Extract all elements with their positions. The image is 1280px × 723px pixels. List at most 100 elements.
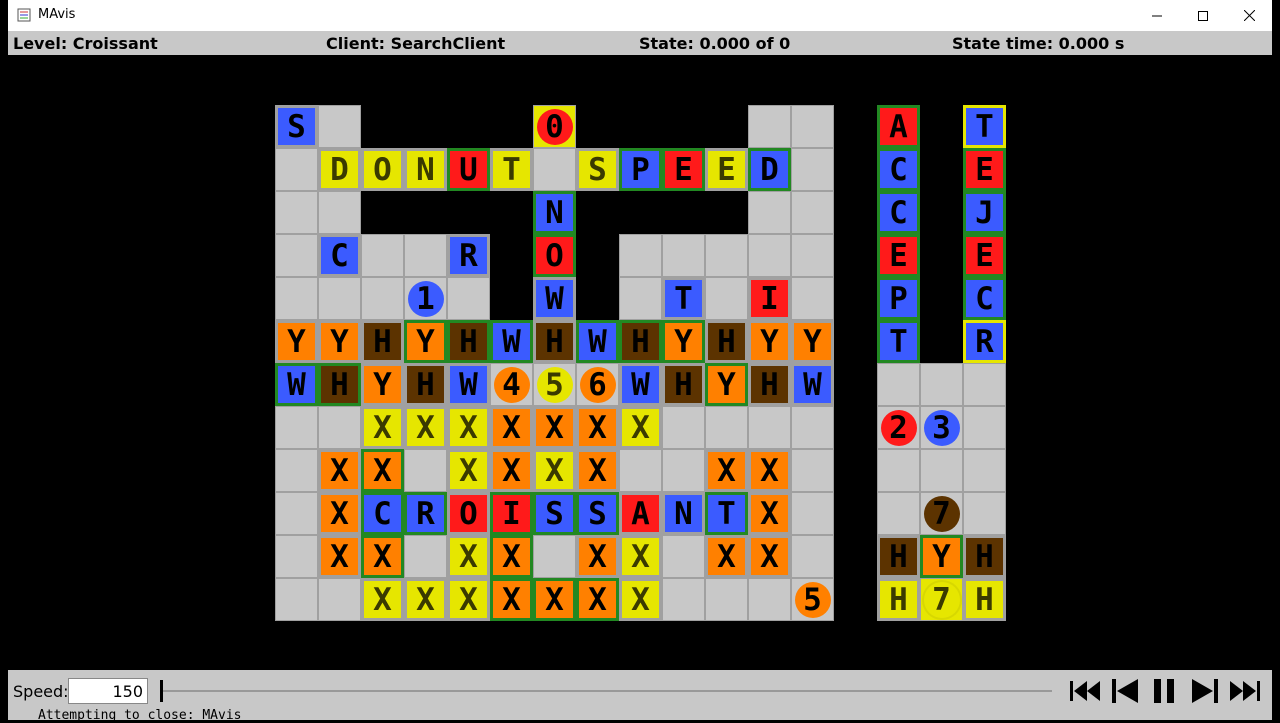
box-x: X	[447, 535, 490, 578]
window-title: MAvis	[38, 7, 76, 22]
floor-cell	[275, 449, 318, 492]
box-y: Y	[705, 363, 748, 406]
box-x: X	[447, 578, 490, 621]
floor-cell	[275, 277, 318, 320]
state-label: State: 0.000 of 0	[639, 34, 791, 53]
box-x: X	[318, 449, 361, 492]
floor-cell	[275, 406, 318, 449]
agent-2: 2	[880, 409, 917, 446]
floor-cell	[705, 578, 748, 621]
box-x: X	[533, 578, 576, 621]
floor-cell	[318, 105, 361, 148]
timeline-slider-thumb[interactable]	[160, 680, 163, 702]
floor-cell	[705, 234, 748, 277]
floor-cell	[748, 578, 791, 621]
floor-cell	[275, 234, 318, 277]
pause-icon[interactable]	[1148, 676, 1182, 706]
floor-cell	[963, 363, 1006, 406]
minimize-button[interactable]	[1134, 0, 1180, 31]
box-x: X	[447, 449, 490, 492]
box-t: T	[963, 105, 1006, 148]
box-h: H	[963, 535, 1006, 578]
floor-cell	[877, 363, 920, 406]
floor-cell	[963, 492, 1006, 535]
skip-to-end-icon[interactable]	[1228, 676, 1262, 706]
box-x: X	[490, 578, 533, 621]
box-w: W	[576, 320, 619, 363]
status-bar: Level: Croissant Client: SearchClient St…	[8, 31, 1272, 55]
floor-cell	[748, 406, 791, 449]
box-x: X	[318, 492, 361, 535]
floor-cell	[318, 191, 361, 234]
floor-cell	[447, 277, 490, 320]
box-r: R	[404, 492, 447, 535]
box-x: X	[404, 406, 447, 449]
floor-cell	[963, 449, 1006, 492]
floor-cell	[662, 449, 705, 492]
box-h: H	[748, 363, 791, 406]
box-r: R	[963, 320, 1006, 363]
box-h: H	[447, 320, 490, 363]
box-h: H	[533, 320, 576, 363]
box-h: H	[662, 363, 705, 406]
floor-cell	[275, 492, 318, 535]
floor-cell	[748, 234, 791, 277]
step-back-icon[interactable]	[1108, 676, 1142, 706]
timeline-slider[interactable]	[160, 690, 1052, 692]
box-x: X	[361, 406, 404, 449]
agent-5: 5	[536, 366, 573, 403]
floor-cell	[361, 234, 404, 277]
box-i: I	[748, 277, 791, 320]
step-forward-icon[interactable]	[1188, 676, 1222, 706]
close-button[interactable]	[1226, 0, 1272, 31]
box-x: X	[361, 535, 404, 578]
floor-cell	[791, 535, 834, 578]
app-icon	[17, 8, 31, 22]
client-label: Client: SearchClient	[326, 34, 506, 53]
floor-cell	[318, 406, 361, 449]
box-y: Y	[791, 320, 834, 363]
floor-cell	[791, 148, 834, 191]
box-e: E	[877, 234, 920, 277]
box-x: X	[490, 449, 533, 492]
floor-cell	[619, 234, 662, 277]
maximize-button[interactable]	[1180, 0, 1226, 31]
box-o: O	[447, 492, 490, 535]
box-x: X	[619, 535, 662, 578]
floor-cell	[404, 449, 447, 492]
box-w: W	[275, 363, 318, 406]
box-x: X	[533, 449, 576, 492]
box-x: X	[748, 535, 791, 578]
agent-4: 4	[493, 366, 530, 403]
box-n: N	[662, 492, 705, 535]
box-w: W	[490, 320, 533, 363]
box-w: W	[447, 363, 490, 406]
floor-cell	[705, 406, 748, 449]
box-h: H	[877, 578, 920, 621]
box-x: X	[490, 406, 533, 449]
floor-cell	[404, 234, 447, 277]
box-s: S	[533, 492, 576, 535]
box-t: T	[705, 492, 748, 535]
box-x: X	[748, 492, 791, 535]
box-t: T	[662, 277, 705, 320]
floor-cell	[275, 578, 318, 621]
floor-cell	[791, 492, 834, 535]
box-s: S	[275, 105, 318, 148]
box-o: O	[533, 234, 576, 277]
floor-cell	[533, 535, 576, 578]
box-d: D	[318, 148, 361, 191]
floor-cell	[662, 578, 705, 621]
speed-input[interactable]	[68, 678, 148, 704]
skip-to-start-icon[interactable]	[1068, 676, 1102, 706]
floor-cell	[877, 492, 920, 535]
floor-cell	[705, 277, 748, 320]
box-c: C	[877, 191, 920, 234]
floor-cell	[920, 363, 963, 406]
box-h: H	[705, 320, 748, 363]
floor-cell	[920, 449, 963, 492]
box-x: X	[490, 535, 533, 578]
box-c: C	[318, 234, 361, 277]
agent-7: 7	[923, 495, 960, 532]
box-a: A	[619, 492, 662, 535]
